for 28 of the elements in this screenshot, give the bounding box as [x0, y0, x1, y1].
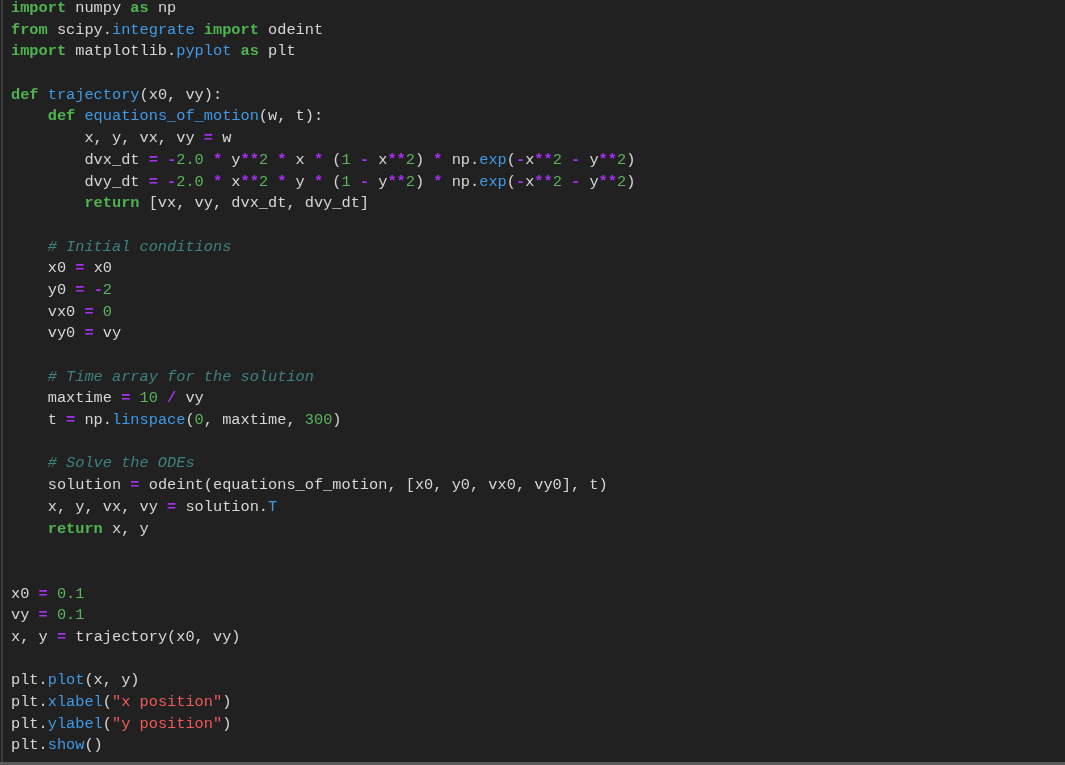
code-line: vy0 = vy	[46, 323, 123, 345]
code-line: t = np.linspace(0, maxtime, 300)	[46, 410, 343, 432]
code-line: def equations_of_motion(w, t):	[46, 106, 325, 128]
code-line: # Solve the ODEs	[46, 453, 196, 475]
code-line: solution = odeint(equations_of_motion, [x0, y0, vx0, vy0], t)	[46, 475, 609, 497]
code-line: y0 = -2	[46, 279, 113, 301]
code-line: import matplotlib.pyplot as plt	[11, 41, 297, 63]
code-line: vy = 0.1	[11, 605, 86, 627]
code-line: import numpy as np	[11, 0, 178, 19]
code-line: from scipy.integrate import odeint	[11, 19, 325, 41]
code-line: dvy_dt = -2.0 * x**2 * y * (1 - y**2) * np.exp(-x**2 - y**2)	[83, 171, 637, 193]
code-line: dvx_dt = -2.0 * y**2 * x * (1 - x**2) * np.exp(-x**2 - y**2)	[83, 149, 637, 171]
code-line: x0 = 0.1	[11, 583, 86, 605]
code-line: def trajectory(x0, vy):	[11, 84, 224, 106]
code-line: plt.show()	[11, 735, 104, 757]
code-line: vx0 = 0	[46, 301, 113, 323]
code-line: x, y, vx, vy = w	[83, 128, 233, 150]
code-line: return [vx, vy, dvx_dt, dvy_dt]	[83, 193, 370, 215]
code-line: return x, y	[46, 518, 150, 540]
code-line: plt.ylabel("y position")	[11, 713, 233, 735]
code-line: maxtime = 10 / vy	[46, 388, 205, 410]
code-line: x, y = trajectory(x0, vy)	[11, 626, 242, 648]
code-line: # Time array for the solution	[46, 366, 315, 388]
code-line: plt.plot(x, y)	[11, 670, 141, 692]
code-line: x0 = x0	[46, 258, 113, 280]
code-line: x, y, vx, vy = solution.T	[46, 496, 279, 518]
code-line: plt.xlabel("x position")	[11, 692, 233, 713]
code-line: # Initial conditions	[46, 236, 233, 258]
